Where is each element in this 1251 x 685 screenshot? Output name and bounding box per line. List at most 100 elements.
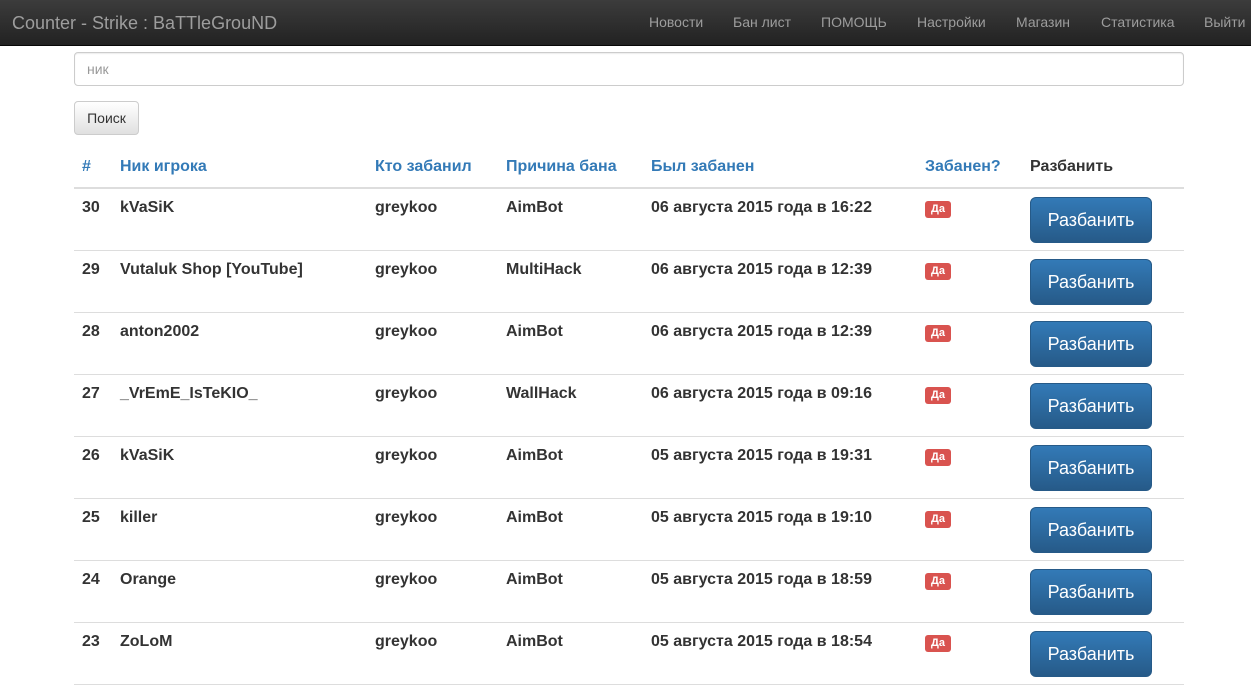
cell-is-banned: Да — [917, 498, 1022, 561]
banned-badge: Да — [925, 448, 951, 466]
header-unban: Разбанить — [1022, 147, 1184, 189]
cell-nick: anton2002 — [112, 312, 367, 375]
cell-banned-at: 05 августа 2015 года в 18:59 — [643, 560, 917, 623]
cell-nick: kVaSiK — [112, 188, 367, 251]
cell-banned-by: greykoo — [367, 188, 498, 251]
unban-button[interactable]: Разбанить — [1030, 568, 1152, 615]
unban-button[interactable]: Разбанить — [1030, 444, 1152, 491]
banned-badge: Да — [925, 510, 951, 528]
nav-item-logout[interactable]: Выйти — [1204, 14, 1245, 30]
cell-is-banned: Да — [917, 436, 1022, 499]
cell-banned-by: greykoo — [367, 250, 498, 313]
cell-unban: Разбанить — [1022, 436, 1184, 499]
unban-button[interactable]: Разбанить — [1030, 320, 1152, 367]
cell-is-banned: Да — [917, 560, 1022, 623]
table-row: 28 anton2002 greykoo AimBot 06 августа 2015 … — [74, 312, 1184, 375]
cell-banned-at: 06 августа 2015 года в 12:39 — [643, 250, 917, 313]
ban-table: # Ник игрока Кто забанил Причина бана Бы… — [74, 147, 1184, 685]
search-button[interactable]: Поиск — [74, 101, 139, 135]
cell-banned-by: greykoo — [367, 560, 498, 623]
banned-badge: Да — [925, 324, 951, 342]
cell-banned-at: 06 августа 2015 года в 12:39 — [643, 312, 917, 375]
header-banned-by[interactable]: Кто забанил — [367, 147, 498, 189]
cell-nick: Vutaluk Shop [YouTube] — [112, 250, 367, 313]
unban-button[interactable]: Разбанить — [1030, 506, 1152, 553]
cell-nick: killer — [112, 498, 367, 561]
cell-banned-by: greykoo — [367, 498, 498, 561]
cell-reason: AimBot — [498, 436, 643, 499]
cell-reason: AimBot — [498, 560, 643, 623]
cell-unban: Разбанить — [1022, 622, 1184, 685]
top-navbar: Counter - Strike : BaTTleGrouND Новости … — [0, 0, 1251, 46]
cell-unban: Разбанить — [1022, 188, 1184, 251]
header-reason[interactable]: Причина бана — [498, 147, 643, 189]
cell-is-banned: Да — [917, 622, 1022, 685]
unban-button[interactable]: Разбанить — [1030, 382, 1152, 429]
cell-nick: kVaSiK — [112, 436, 367, 499]
cell-unban: Разбанить — [1022, 498, 1184, 561]
cell-banned-by: greykoo — [367, 436, 498, 499]
nav-item-statistics[interactable]: Статистика — [1101, 14, 1175, 30]
header-is-banned[interactable]: Забанен? — [917, 147, 1022, 189]
cell-banned-at: 06 августа 2015 года в 09:16 — [643, 374, 917, 437]
nav-item-help[interactable]: ПОМОЩЬ — [821, 14, 887, 30]
cell-is-banned: Да — [917, 188, 1022, 251]
cell-id: 26 — [74, 436, 112, 499]
table-row: 29 Vutaluk Shop [YouTube] greykoo MultiHack… — [74, 250, 1184, 313]
cell-unban: Разбанить — [1022, 374, 1184, 437]
nav-item-shop[interactable]: Магазин — [1016, 14, 1070, 30]
table-row: 23 ZoLoM greykoo AimBot 05 августа 2015 года… — [74, 622, 1184, 685]
cell-banned-at: 05 августа 2015 года в 18:54 — [643, 622, 917, 685]
cell-banned-at: 05 августа 2015 года в 19:31 — [643, 436, 917, 499]
table-header-row: # Ник игрока Кто забанил Причина бана Бы… — [74, 147, 1184, 189]
cell-reason: WallHack — [498, 374, 643, 437]
cell-unban: Разбанить — [1022, 560, 1184, 623]
table-row: 24 Orange greykoo AimBot 05 августа 2015 год… — [74, 560, 1184, 623]
cell-unban: Разбанить — [1022, 250, 1184, 313]
cell-id: 29 — [74, 250, 112, 313]
banned-badge: Да — [925, 262, 951, 280]
cell-reason: AimBot — [498, 498, 643, 561]
banned-badge: Да — [925, 572, 951, 590]
cell-id: 23 — [74, 622, 112, 685]
cell-nick: ZoLoM — [112, 622, 367, 685]
table-row: 30 kVaSiK greykoo AimBot 06 августа 2015 год… — [74, 188, 1184, 251]
search-input[interactable] — [74, 52, 1184, 86]
cell-unban: Разбанить — [1022, 312, 1184, 375]
nav-item-ban-list[interactable]: Бан лист — [733, 14, 791, 30]
cell-id: 30 — [74, 188, 112, 251]
table-row: 25 killer greykoo AimBot 05 августа 2015 год… — [74, 498, 1184, 561]
cell-is-banned: Да — [917, 312, 1022, 375]
cell-nick: _VrEmE_IsTeKIO_ — [112, 374, 367, 437]
cell-reason: AimBot — [498, 312, 643, 375]
brand-title[interactable]: Counter - Strike : BaTTleGrouND — [12, 13, 277, 34]
header-id[interactable]: # — [74, 147, 112, 189]
unban-button[interactable]: Разбанить — [1030, 630, 1152, 677]
nav-item-news[interactable]: Новости — [649, 14, 703, 30]
table-row: 27 _VrEmE_IsTeKIO_ greykoo WallHack 06 авгус… — [74, 374, 1184, 437]
banned-badge: Да — [925, 634, 951, 652]
cell-id: 27 — [74, 374, 112, 437]
cell-banned-by: greykoo — [367, 374, 498, 437]
cell-nick: Orange — [112, 560, 367, 623]
cell-reason: MultiHack — [498, 250, 643, 313]
cell-is-banned: Да — [917, 374, 1022, 437]
cell-banned-at: 05 августа 2015 года в 19:10 — [643, 498, 917, 561]
nav-item-settings[interactable]: Настройки — [917, 14, 986, 30]
header-banned-at[interactable]: Был забанен — [643, 147, 917, 189]
cell-reason: AimBot — [498, 188, 643, 251]
cell-id: 25 — [74, 498, 112, 561]
unban-button[interactable]: Разбанить — [1030, 258, 1152, 305]
cell-reason: AimBot — [498, 622, 643, 685]
banned-badge: Да — [925, 386, 951, 404]
unban-button[interactable]: Разбанить — [1030, 197, 1152, 243]
table-row: 26 kVaSiK greykoo AimBot 05 августа 2015 год… — [74, 436, 1184, 499]
cell-banned-by: greykoo — [367, 312, 498, 375]
cell-banned-by: greykoo — [367, 622, 498, 685]
cell-id: 24 — [74, 560, 112, 623]
ban-table-body: 30 kVaSiK greykoo AimBot 06 августа 2015 год… — [74, 188, 1184, 685]
cell-is-banned: Да — [917, 250, 1022, 313]
cell-id: 28 — [74, 312, 112, 375]
banned-badge: Да — [925, 201, 951, 218]
header-nick[interactable]: Ник игрока — [112, 147, 367, 189]
